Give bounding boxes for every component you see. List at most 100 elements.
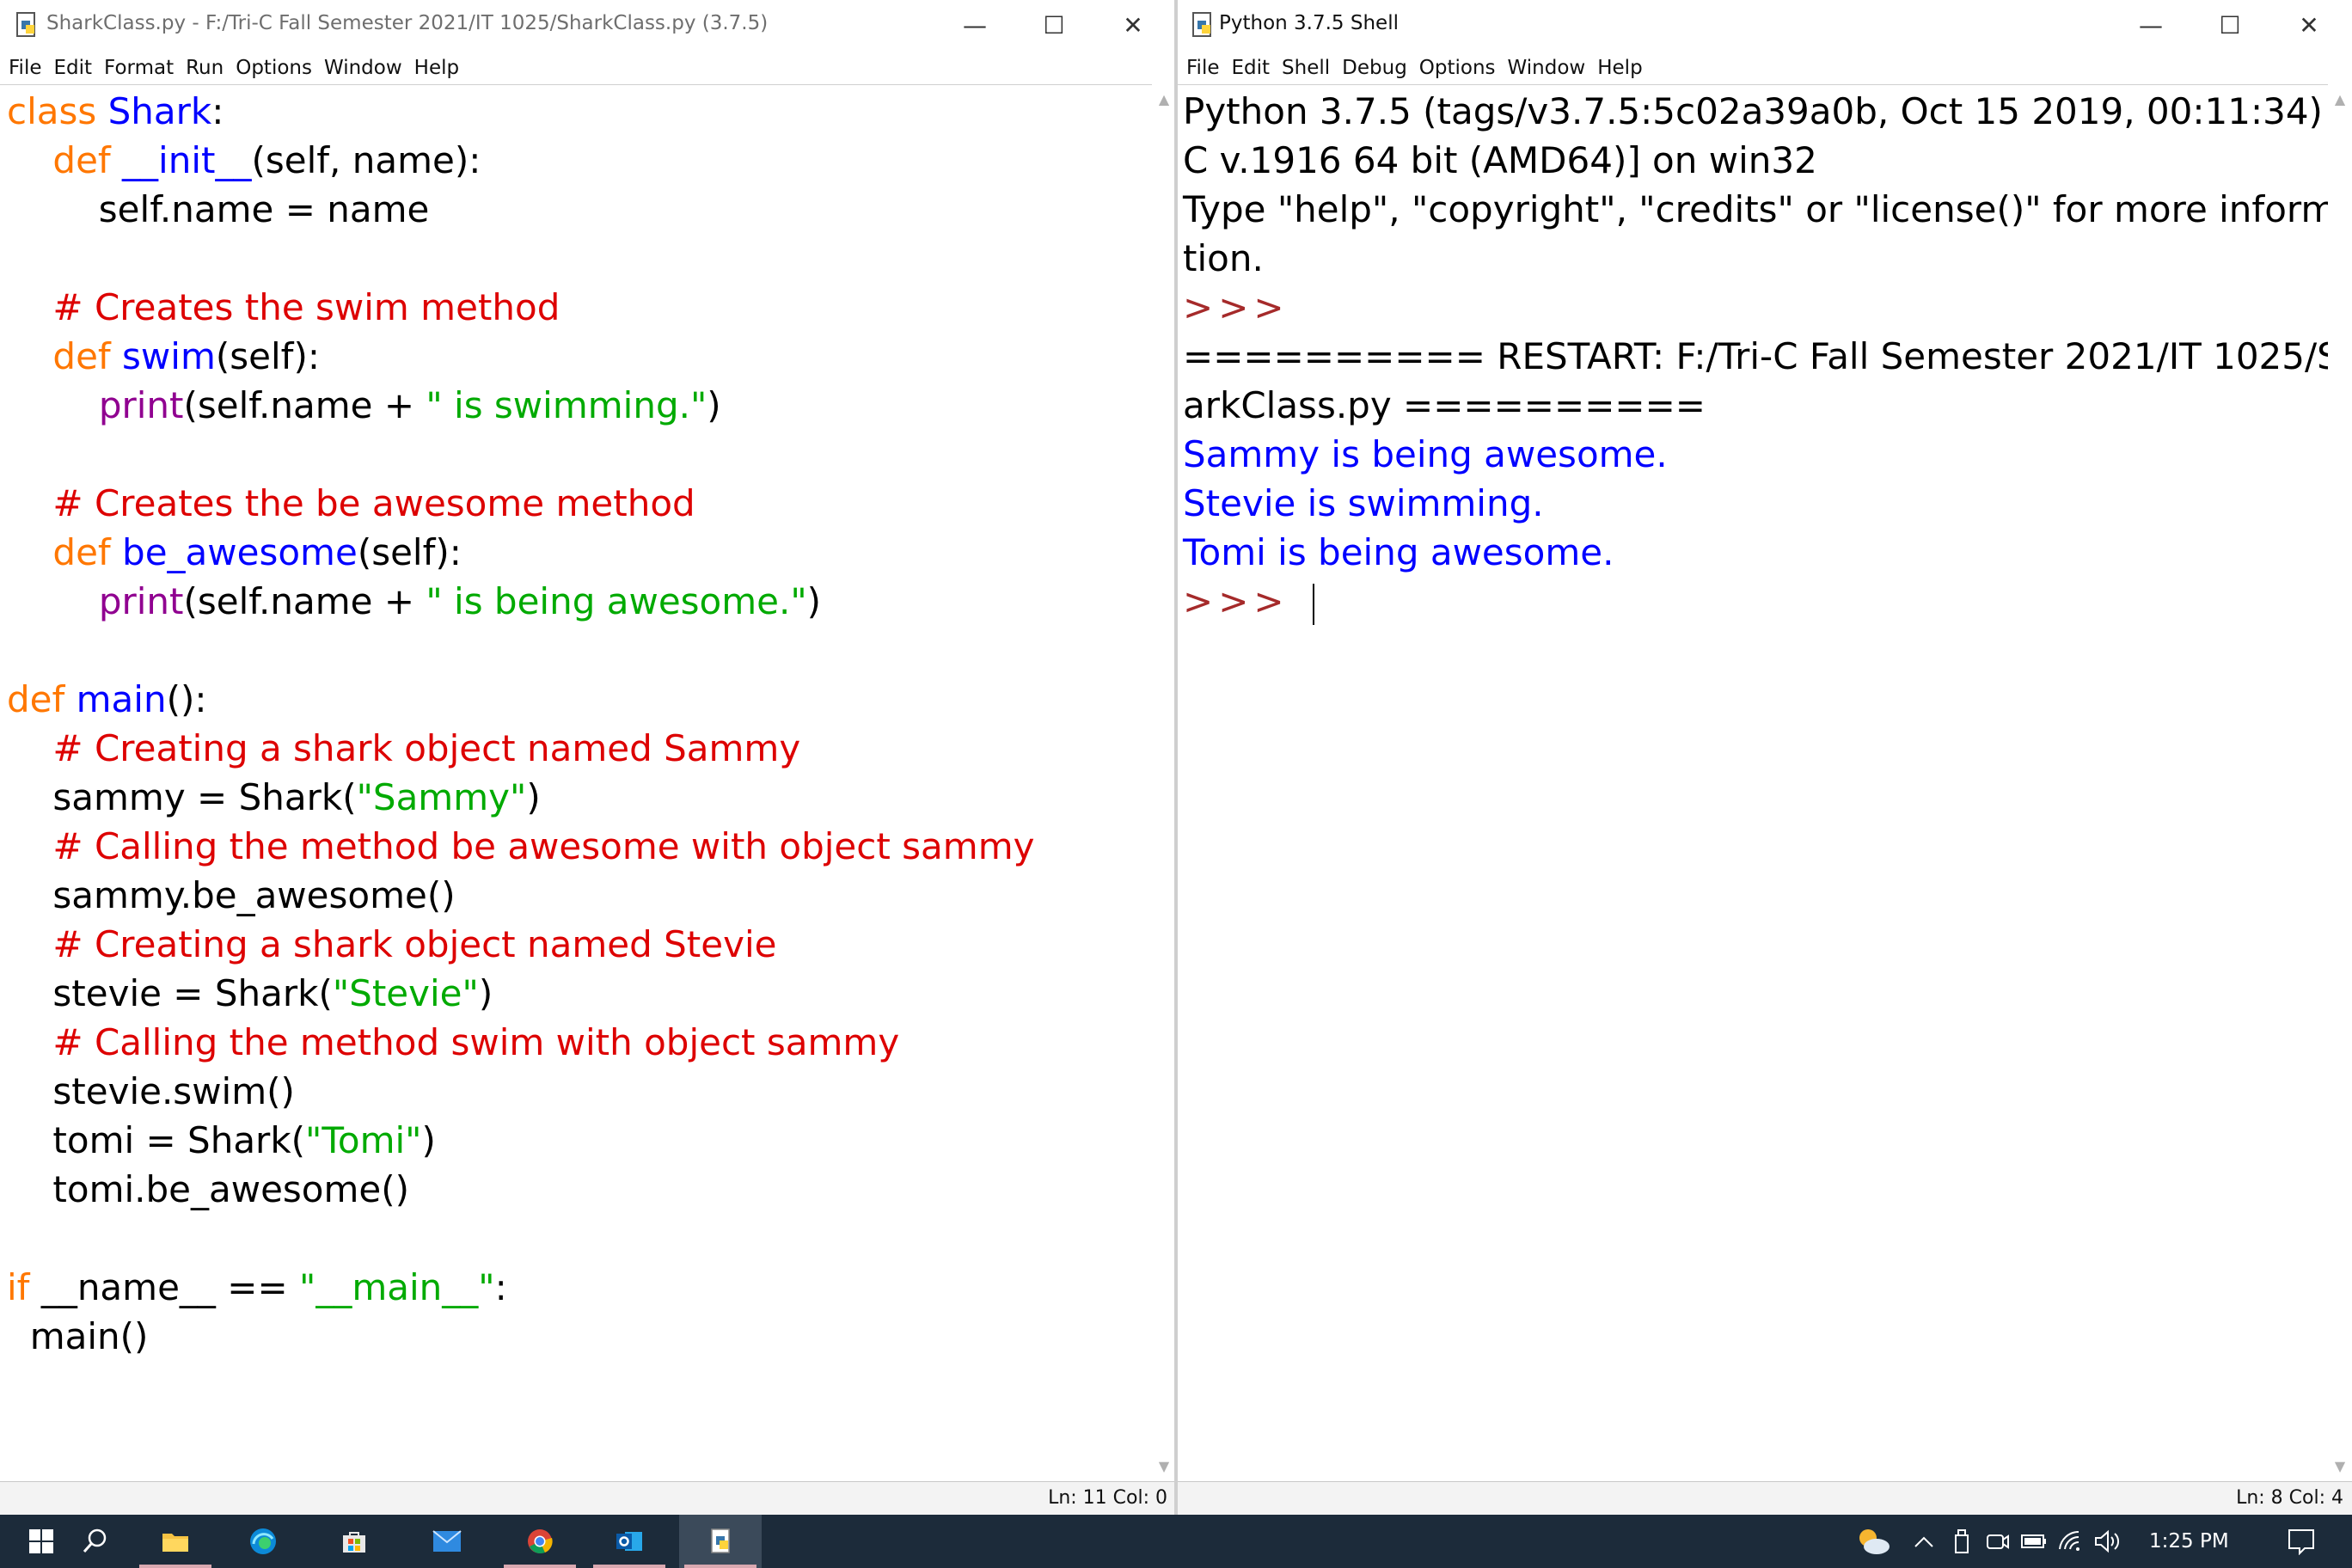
- shell-line[interactable]: Stevie is swimming.: [1183, 479, 2323, 528]
- shell-line[interactable]: Type "help", "copyright", "credits" or "…: [1183, 185, 2328, 234]
- store-bag-icon: [343, 1532, 365, 1553]
- outlook-button[interactable]: [588, 1515, 671, 1568]
- search-button[interactable]: [53, 1515, 136, 1568]
- code-token: # Creating a shark object named Sammy: [52, 727, 801, 769]
- edge-button[interactable]: [222, 1515, 304, 1568]
- menu-window[interactable]: Window: [324, 53, 402, 83]
- shell-line[interactable]: arkClass.py ==========: [1183, 381, 2323, 430]
- menu-file[interactable]: File: [1186, 53, 1220, 83]
- usb-device-button[interactable]: [1945, 1515, 1979, 1568]
- code-line[interactable]: stevie.swim(): [7, 1067, 1034, 1116]
- menu-options[interactable]: Options: [1419, 53, 1496, 83]
- chrome-button[interactable]: [499, 1515, 581, 1568]
- code-line[interactable]: tomi = Shark("Tomi"): [7, 1116, 1034, 1165]
- maximize-button[interactable]: ☐: [2190, 0, 2269, 50]
- maximize-button[interactable]: ☐: [1014, 0, 1093, 50]
- code-line[interactable]: sammy.be_awesome(): [7, 871, 1034, 920]
- code-line[interactable]: # Creating a shark object named Stevie: [7, 920, 1034, 969]
- code-line[interactable]: def main():: [7, 675, 1034, 724]
- code-line[interactable]: if __name__ == "__main__":: [7, 1263, 1034, 1312]
- menu-file[interactable]: File: [9, 53, 42, 83]
- weather-button[interactable]: [1852, 1515, 1895, 1568]
- code-token: # Creates the swim method: [52, 286, 560, 328]
- shell-text[interactable]: Python 3.7.5 (tags/v3.7.5:5c02a39a0b, Oc…: [1183, 87, 2328, 626]
- shell-title-bar[interactable]: Python 3.7.5 Shell — ☐ ✕: [1178, 0, 2352, 52]
- menu-debug[interactable]: Debug: [1342, 53, 1407, 83]
- shell-line[interactable]: Python 3.7.5 (tags/v3.7.5:5c02a39a0b, Oc…: [1183, 87, 2323, 136]
- close-button[interactable]: ✕: [1093, 0, 1173, 50]
- code-line[interactable]: self.name = name: [7, 185, 1034, 234]
- meet-now-button[interactable]: [1981, 1515, 2015, 1568]
- code-line[interactable]: ​: [7, 626, 1034, 675]
- code-line[interactable]: def __init__(self, name):: [7, 136, 1034, 185]
- code-token: >>>: [1183, 580, 1306, 622]
- code-line[interactable]: # Calling the method be awesome with obj…: [7, 822, 1034, 871]
- scroll-down-arrow-icon[interactable]: ▼: [2328, 1455, 2352, 1479]
- scroll-up-arrow-icon[interactable]: ▲: [2328, 88, 2352, 112]
- windows-logo-icon: [29, 1529, 53, 1553]
- menu-help[interactable]: Help: [414, 53, 459, 83]
- minimize-button[interactable]: —: [935, 0, 1014, 50]
- menu-format[interactable]: Format: [104, 53, 174, 83]
- menu-shell[interactable]: Shell: [1282, 53, 1330, 83]
- clock-time[interactable]: 1:25 PM: [2149, 1530, 2229, 1553]
- mail-button[interactable]: [406, 1515, 488, 1568]
- code-line[interactable]: # Calling the method swim with object sa…: [7, 1018, 1034, 1067]
- code-line[interactable]: # Creating a shark object named Sammy: [7, 724, 1034, 773]
- shell-line[interactable]: Sammy is being awesome.: [1183, 430, 2323, 479]
- shell-line[interactable]: ========== RESTART: F:/Tri-C Fall Semest…: [1183, 332, 2328, 381]
- file-explorer-button[interactable]: [134, 1515, 217, 1568]
- show-hidden-icons-button[interactable]: [1905, 1515, 1943, 1568]
- battery-button[interactable]: [2017, 1515, 2051, 1568]
- code-token: (self.name +: [183, 580, 426, 622]
- code-line[interactable]: stevie = Shark("Stevie"): [7, 969, 1034, 1018]
- code-line[interactable]: class Shark:: [7, 87, 1034, 136]
- code-line[interactable]: def be_awesome(self):: [7, 528, 1034, 577]
- shell-scrollbar[interactable]: ▲ ▼: [2328, 84, 2352, 1482]
- menu-options[interactable]: Options: [236, 53, 312, 83]
- code-token: def: [52, 335, 123, 377]
- code-line[interactable]: main(): [7, 1312, 1034, 1361]
- code-line[interactable]: # Creates the be awesome method: [7, 479, 1034, 528]
- shell-line[interactable]: >>>: [1183, 283, 2323, 332]
- code-line[interactable]: ​: [7, 234, 1034, 283]
- scroll-down-arrow-icon[interactable]: ▼: [1152, 1455, 1176, 1479]
- code-text[interactable]: class Shark: def __init__(self, name): s…: [7, 87, 1034, 1361]
- code-editor[interactable]: class Shark: def __init__(self, name): s…: [0, 84, 1152, 1482]
- notifications-button[interactable]: [2271, 1515, 2331, 1568]
- menu-run[interactable]: Run: [186, 53, 224, 83]
- shell-line[interactable]: Tomi is being awesome.: [1183, 528, 2323, 577]
- shell-line[interactable]: tion.: [1183, 234, 2323, 283]
- code-line[interactable]: tomi.be_awesome(): [7, 1165, 1034, 1214]
- code-line[interactable]: # Creates the swim method: [7, 283, 1034, 332]
- code-token: tomi = Shark(: [7, 1119, 306, 1161]
- store-button[interactable]: [313, 1515, 395, 1568]
- minimize-button[interactable]: —: [2111, 0, 2190, 50]
- code-token: be_awesome: [122, 531, 358, 573]
- code-line[interactable]: sammy = Shark("Sammy"): [7, 773, 1034, 822]
- wifi-button[interactable]: [2053, 1515, 2087, 1568]
- shell-line[interactable]: C v.1916 64 bit (AMD64)] on win32: [1183, 136, 2323, 185]
- menu-edit[interactable]: Edit: [54, 53, 93, 83]
- shell-title: Python 3.7.5 Shell: [1219, 12, 1399, 34]
- code-line[interactable]: def swim(self):: [7, 332, 1034, 381]
- menu-edit[interactable]: Edit: [1232, 53, 1271, 83]
- code-line[interactable]: print(self.name + " is swimming."): [7, 381, 1034, 430]
- code-token: "Sammy": [356, 776, 527, 818]
- menu-help[interactable]: Help: [1597, 53, 1642, 83]
- shell-output[interactable]: Python 3.7.5 (tags/v3.7.5:5c02a39a0b, Oc…: [1178, 84, 2328, 1482]
- editor-scrollbar[interactable]: ▲ ▼: [1152, 84, 1176, 1482]
- volume-button[interactable]: [2089, 1515, 2127, 1568]
- close-button[interactable]: ✕: [2269, 0, 2349, 50]
- editor-title-bar[interactable]: SharkClass.py - F:/Tri-C Fall Semester 2…: [0, 0, 1176, 52]
- shell-line[interactable]: >>>: [1183, 577, 2323, 626]
- idle-taskbar-button[interactable]: [679, 1515, 762, 1568]
- code-line[interactable]: ​: [7, 1214, 1034, 1263]
- code-line[interactable]: print(self.name + " is being awesome."): [7, 577, 1034, 626]
- menu-window[interactable]: Window: [1508, 53, 1586, 83]
- code-line[interactable]: ​: [7, 430, 1034, 479]
- scroll-up-arrow-icon[interactable]: ▲: [1152, 88, 1176, 112]
